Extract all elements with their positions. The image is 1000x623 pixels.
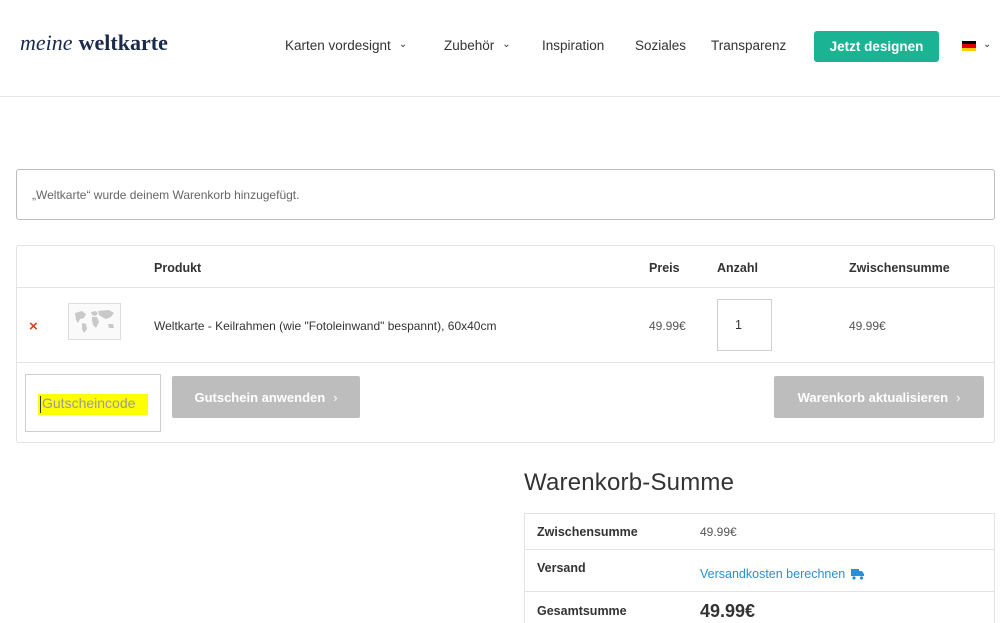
row-divider <box>17 287 994 288</box>
column-header-quantity: Anzahl <box>717 261 758 275</box>
row-divider <box>525 549 994 550</box>
german-flag-icon[interactable] <box>962 41 976 51</box>
cart-table: Produkt Preis Anzahl Zwischensumme × Wel… <box>16 245 995 443</box>
nav-item-label: Inspiration <box>542 38 605 53</box>
coupon-code-input[interactable]: Gutscheincode <box>25 374 161 432</box>
site-header: meine weltkarte Karten vordesignt ⌄ Zube… <box>0 0 1000 97</box>
nav-item-transparenz[interactable]: Transparenz <box>711 38 786 53</box>
coupon-placeholder: Gutscheincode <box>42 395 136 411</box>
nav-item-label: Soziales <box>635 38 687 53</box>
cart-totals-title: Warenkorb-Summe <box>524 469 735 496</box>
nav-item-label: Zubehör <box>444 38 495 53</box>
nav-item-soziales[interactable]: Soziales <box>635 38 686 53</box>
text-cursor <box>40 396 41 413</box>
nav-item-zubehoer[interactable]: Zubehör ⌄ <box>444 38 511 53</box>
column-header-subtotal: Zwischensumme <box>849 261 950 275</box>
chevron-down-icon: ⌄ <box>502 39 511 50</box>
apply-coupon-button[interactable]: Gutschein anwenden › <box>172 376 360 418</box>
chevron-right-icon: › <box>333 389 338 405</box>
subtotal-value: 49.99€ <box>700 525 737 539</box>
jetzt-designen-button[interactable]: Jetzt designen <box>814 31 939 62</box>
cart-notice: „Weltkarte“ wurde deinem Warenkorb hinzu… <box>16 169 995 220</box>
truck-icon <box>851 569 865 580</box>
shipping-label: Versand <box>537 561 586 575</box>
calculate-shipping-link[interactable]: Versandkosten berechnen <box>700 567 865 581</box>
product-name[interactable]: Weltkarte - Keilrahmen (wie "Fotoleinwan… <box>154 319 496 333</box>
nav-item-karten-vordesignt[interactable]: Karten vordesignt ⌄ <box>285 38 407 53</box>
logo-text-weltkarte: weltkarte <box>78 30 168 55</box>
column-header-price: Preis <box>649 261 680 275</box>
product-thumbnail[interactable] <box>68 303 121 340</box>
row-divider <box>525 591 994 592</box>
nav-item-inspiration[interactable]: Inspiration <box>542 38 604 53</box>
column-header-product: Produkt <box>154 261 202 275</box>
subtotal-label: Zwischensumme <box>537 525 638 539</box>
cart-totals-table: Zwischensumme 49.99€ Versand Versandkost… <box>524 513 995 623</box>
update-cart-button[interactable]: Warenkorb aktualisieren › <box>774 376 984 418</box>
calculate-shipping-label: Versandkosten berechnen <box>700 567 846 581</box>
nav-item-label: Karten vordesignt <box>285 38 391 53</box>
chevron-right-icon: › <box>956 389 961 405</box>
apply-coupon-label: Gutschein anwenden <box>194 389 326 405</box>
chevron-down-icon: ⌄ <box>398 39 408 50</box>
chevron-down-icon[interactable]: ⌄ <box>983 39 991 50</box>
total-label: Gesamtsumme <box>537 604 627 618</box>
update-cart-label: Warenkorb aktualisieren <box>797 389 949 405</box>
product-subtotal: 49.99€ <box>849 319 886 333</box>
nav-item-label: Transparenz <box>711 38 787 53</box>
logo-text-meine: meine <box>20 30 73 55</box>
remove-item-icon[interactable]: × <box>29 318 38 335</box>
total-value: 49.99€ <box>700 601 756 621</box>
product-price: 49.99€ <box>649 319 686 333</box>
quantity-input[interactable] <box>717 299 772 351</box>
notice-text: „Weltkarte“ wurde deinem Warenkorb hinzu… <box>32 187 300 202</box>
row-divider <box>17 362 994 363</box>
site-logo[interactable]: meine weltkarte <box>20 30 168 56</box>
